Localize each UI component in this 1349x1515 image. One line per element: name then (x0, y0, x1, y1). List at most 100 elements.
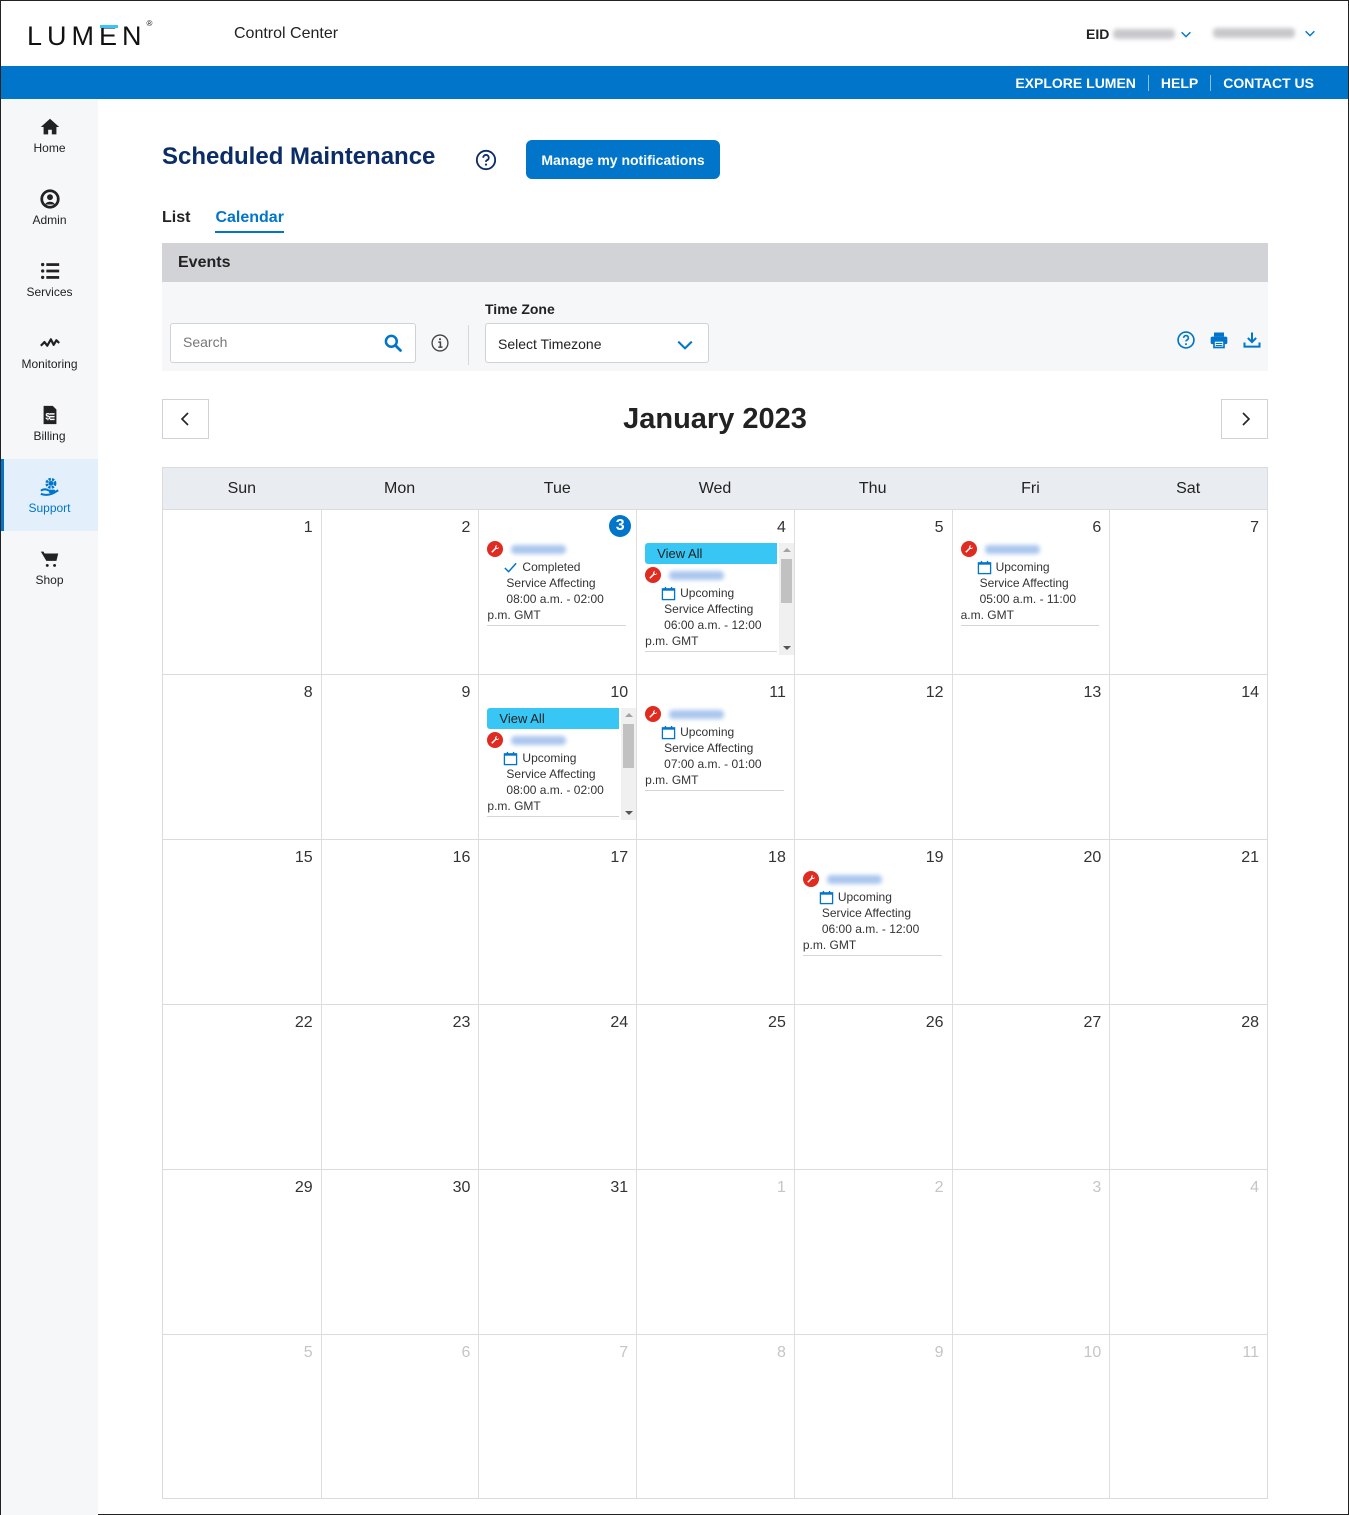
explore-lumen-link[interactable]: EXPLORE LUMEN (1003, 75, 1148, 91)
print-icon[interactable] (1209, 330, 1229, 350)
scroll-up-arrow-icon[interactable] (782, 548, 791, 552)
sidebar-item-support[interactable]: Support (1, 459, 98, 531)
calendar-day-cell[interactable]: 8 (163, 675, 321, 839)
scroll-down-arrow-icon[interactable] (625, 811, 634, 815)
ticket-id-redacted[interactable] (826, 874, 882, 884)
user-menu[interactable] (1213, 26, 1317, 40)
ticket-id-redacted[interactable] (511, 544, 567, 554)
sidebar-item-monitoring[interactable]: Monitoring (1, 315, 98, 387)
event-scroll-list[interactable]: View All Upcoming Service Affecting 08:00 a… (487, 708, 637, 822)
view-all-button[interactable]: View All (645, 543, 777, 564)
calendar-day-cell[interactable]: 22 (163, 1005, 321, 1169)
maintenance-event[interactable]: Upcoming Service Affecting 06:00 a.m. - 12… (645, 567, 777, 652)
calendar-day-cell[interactable]: 15 (163, 840, 321, 1004)
calendar-day-cell[interactable]: 20 (951, 840, 1110, 1004)
calendar-day-cell[interactable]: 2 (320, 510, 479, 674)
scrollbar[interactable] (778, 543, 794, 655)
calendar-day-cell[interactable]: 29 (163, 1170, 321, 1334)
scrollbar-thumb[interactable] (623, 724, 635, 768)
manage-notifications-button[interactable]: Manage my notifications (526, 140, 720, 179)
contact-us-link[interactable]: CONTACT US (1210, 74, 1326, 91)
calendar-day-cell[interactable]: 24 (478, 1005, 636, 1169)
scroll-down-arrow-icon[interactable] (782, 646, 791, 650)
calendar-day-cell[interactable]: 26 (793, 1005, 952, 1169)
calendar-day-cell[interactable]: 10 View All Upcoming Service Affecting 08:00… (478, 675, 637, 839)
calendar-day-cell[interactable]: 8 (636, 1335, 794, 1498)
download-icon[interactable] (1242, 330, 1262, 350)
calendar-day-cell[interactable]: 16 (320, 840, 479, 1004)
calendar-day-cell[interactable]: 14 (1109, 675, 1267, 839)
scroll-up-arrow-icon[interactable] (625, 713, 634, 717)
calendar-day-cell[interactable]: 1 (636, 1170, 794, 1334)
search-field[interactable] (170, 323, 416, 363)
maintenance-event[interactable]: Upcoming Service Affecting 06:00 a.m. - 12… (802, 871, 942, 956)
check-icon (504, 562, 518, 573)
calendar-day-cell[interactable]: 9 (793, 1335, 952, 1498)
search-input[interactable] (183, 334, 373, 350)
calendar-day-cell[interactable]: 4 (1109, 1170, 1267, 1334)
calendar-day-cell[interactable]: 5 (793, 510, 952, 674)
events-section-header: Events (162, 243, 1268, 282)
event-time-zone: a.m. GMT (960, 608, 1014, 622)
calendar-day-cell[interactable]: 12 (793, 675, 952, 839)
info-icon[interactable] (430, 333, 450, 353)
calendar-day-cell[interactable]: 21 (1109, 840, 1267, 1004)
event-time-zone: p.m. GMT (487, 799, 541, 813)
timezone-select[interactable]: Select Timezone (485, 323, 709, 363)
maintenance-event[interactable]: Upcoming Service Affecting 05:00 a.m. - 11… (960, 541, 1100, 626)
ticket-id-redacted[interactable] (669, 709, 725, 719)
calendar-day-cell[interactable]: 6 (320, 1335, 479, 1498)
calendar-day-cell[interactable]: 2 (793, 1170, 952, 1334)
calendar-day-cell[interactable]: 5 (163, 1335, 321, 1498)
calendar-day-cell[interactable]: 27 (951, 1005, 1110, 1169)
sidebar-item-billing[interactable]: $ Billing (1, 387, 98, 459)
calendar-day-cell[interactable]: 11 Upcoming Service Affecting 07:00 a.m. - … (636, 675, 794, 839)
calendar-day-cell[interactable]: 1 (163, 510, 321, 674)
ticket-id-redacted[interactable] (669, 570, 725, 580)
sidebar-item-home[interactable]: Home (1, 99, 98, 171)
help-circle-icon[interactable] (475, 149, 497, 171)
calendar-day-cell[interactable]: 4 View All Upcoming Service Affecting 06:00 … (636, 510, 794, 674)
date-number: 8 (776, 1344, 786, 1361)
calendar-day-cell[interactable]: 11 (1109, 1335, 1267, 1498)
calendar-day-cell[interactable]: 7 (478, 1335, 636, 1498)
ticket-id-redacted[interactable] (511, 735, 567, 745)
sidebar-item-admin[interactable]: Admin (1, 171, 98, 243)
calendar-day-cell[interactable]: 6 Upcoming Service Affecting 05:00 a.m. - 1… (951, 510, 1110, 674)
next-month-button[interactable] (1221, 399, 1268, 439)
maintenance-event[interactable]: Completed Service Affecting 08:00 a.m. - 0… (487, 541, 627, 626)
eid-selector[interactable]: EID (1086, 26, 1193, 42)
scrollbar[interactable] (621, 708, 637, 820)
tab-calendar[interactable]: Calendar (215, 209, 284, 233)
calendar-day-cell[interactable]: 30 (320, 1170, 479, 1334)
maintenance-event[interactable]: Upcoming Service Affecting 07:00 a.m. - 01… (645, 706, 784, 791)
maintenance-badge (802, 871, 819, 887)
date-number: 13 (1083, 684, 1102, 701)
lumen-logo[interactable]: LUME N® (27, 19, 152, 52)
weekday-header: Tue (543, 480, 571, 497)
ticket-id-redacted[interactable] (984, 544, 1040, 554)
calendar-day-cell[interactable]: 3 Completed Service Affecting 08:00 a.m. - … (478, 510, 636, 674)
help-circle-icon[interactable] (1176, 330, 1196, 350)
calendar-day-cell[interactable]: 25 (636, 1005, 794, 1169)
maintenance-event[interactable]: Upcoming Service Affecting 08:00 a.m. - 02… (487, 732, 620, 817)
view-all-button[interactable]: View All (487, 708, 620, 729)
sidebar-item-shop[interactable]: Shop (1, 531, 98, 603)
calendar-day-cell[interactable]: 13 (951, 675, 1110, 839)
scrollbar-thumb[interactable] (780, 559, 792, 603)
calendar-day-cell[interactable]: 31 (478, 1170, 636, 1334)
calendar-day-cell[interactable]: 23 (320, 1005, 479, 1169)
help-link[interactable]: HELP (1147, 74, 1210, 91)
calendar-day-cell[interactable]: 10 (951, 1335, 1110, 1498)
calendar-day-cell[interactable]: 19 Upcoming Service Affecting 06:00 a.m. - … (793, 840, 952, 1004)
calendar-day-cell[interactable]: 9 (320, 675, 479, 839)
calendar-day-cell[interactable]: 18 (636, 840, 794, 1004)
calendar-day-cell[interactable]: 7 (1109, 510, 1267, 674)
search-icon[interactable] (383, 333, 403, 353)
calendar-day-cell[interactable]: 28 (1109, 1005, 1267, 1169)
sidebar-item-services[interactable]: Services (1, 243, 98, 315)
calendar-day-cell[interactable]: 17 (478, 840, 636, 1004)
event-scroll-list[interactable]: View All Upcoming Service Affecting 06:00 a… (645, 543, 794, 657)
calendar-day-cell[interactable]: 3 (951, 1170, 1110, 1334)
tab-list[interactable]: List (162, 209, 190, 233)
